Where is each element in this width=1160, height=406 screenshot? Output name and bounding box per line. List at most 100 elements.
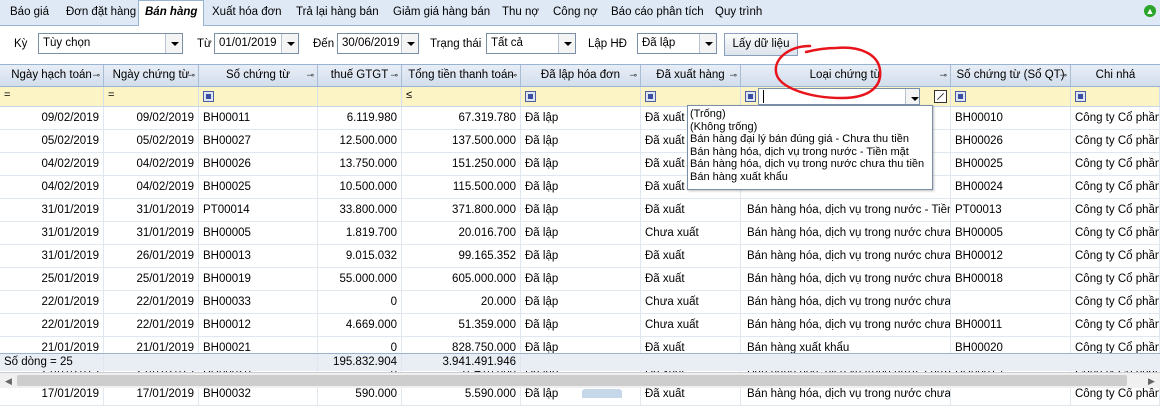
cell-da-xuat-hang[interactable]: Chưa xuất [641,291,741,313]
filter-cell[interactable]: = [104,87,199,106]
tab-cong-no[interactable]: Công nợ [553,4,598,24]
chevron-down-icon[interactable] [905,89,919,104]
pin-icon[interactable]: ⊸ [729,65,737,85]
cell-loai-chung-tu[interactable]: Bán hàng hóa, dịch vụ trong nước chưa [741,222,951,244]
cell-ngay-chung-tu[interactable]: 04/02/2019 [104,153,199,175]
cell-thue-gtgt[interactable]: 55.000.000 [318,268,402,290]
cell-tong-tien[interactable]: 371.800.000 [402,199,521,221]
filter-cell[interactable] [521,87,641,106]
col-header-ngay-chung-tu[interactable]: Ngày chứng từ ⊸ [104,65,199,86]
cell-so-chung-tu[interactable]: BH00027 [199,130,318,152]
cell-loai-chung-tu[interactable]: Bán hàng hóa, dịch vụ trong nước - Tiền [741,199,951,221]
filter-cell[interactable]: ≤ [402,87,521,106]
cell-ngay-chung-tu[interactable]: 22/01/2019 [104,291,199,313]
cell-tong-tien[interactable]: 67.319.780 [402,107,521,129]
cell-chi-nhanh[interactable]: Công ty Cổ phần [1071,107,1160,129]
tab-ban-hang[interactable]: Bán hàng [138,0,205,26]
col-header-chi-nhanh[interactable]: Chi nhá [1071,65,1160,86]
col-header-da-lap-hoa-don[interactable]: Đã lập hóa đơn ⊸ [521,65,641,86]
tu-date-picker[interactable]: 01/01/2019 [214,33,299,54]
cell-so-chung-tu-so-qt[interactable]: BH00012 [951,245,1071,267]
cell-chi-nhanh[interactable]: Công ty Cổ phần [1071,314,1160,336]
cell-tong-tien[interactable]: 99.165.352 [402,245,521,267]
cell-so-chung-tu-so-qt[interactable]: BH00005 [951,222,1071,244]
cell-chi-nhanh[interactable]: Công ty Cổ phần [1071,199,1160,221]
cell-da-xuat-hang[interactable]: Đã xuất [641,268,741,290]
tab-bao-gia[interactable]: Báo giá [10,4,49,24]
cell-da-xuat-hang[interactable]: Chưa xuất [641,314,741,336]
cell-so-chung-tu-so-qt[interactable]: BH00011 [951,314,1071,336]
cell-so-chung-tu[interactable]: BH00012 [199,314,318,336]
cell-ngay-hach-toan[interactable]: 04/02/2019 [0,153,104,175]
pin-icon[interactable]: ⊸ [509,65,517,85]
table-row[interactable]: 25/01/2019 25/01/2019 BH00019 55.000.000 605… [0,268,1160,291]
loai-chung-tu-dropdown[interactable]: (Trống) (Không trống) Bán hàng đại lý bá… [687,105,933,190]
cell-ngay-hach-toan[interactable]: 31/01/2019 [0,245,104,267]
table-row[interactable]: 04/02/2019 04/02/2019 BH00025 10.500.000 115… [0,176,1160,199]
filter-operator[interactable]: ≤ [406,89,412,101]
filter-checkbox-icon[interactable] [525,91,536,102]
cell-so-chung-tu[interactable]: BH00005 [199,222,318,244]
cell-ngay-chung-tu[interactable]: 31/01/2019 [104,199,199,221]
cell-loai-chung-tu[interactable]: Bán hàng hóa, dịch vụ trong nước chưa [741,314,951,336]
dropdown-option[interactable]: Bán hàng hóa, dịch vụ trong nước - Tiền … [690,146,930,159]
cell-tong-tien[interactable]: 51.359.000 [402,314,521,336]
table-row[interactable]: 31/01/2019 31/01/2019 BH00005 1.819.700 20.0… [0,222,1160,245]
col-header-da-xuat-hang[interactable]: Đã xuất hàng ⊸ [641,65,741,86]
cell-ngay-chung-tu[interactable]: 09/02/2019 [104,107,199,129]
col-header-so-chung-tu-so-qt[interactable]: Số chứng từ (Sổ QT) ⊸ [951,65,1071,86]
cell-chi-nhanh[interactable]: Công ty Cổ phần [1071,291,1160,313]
cell-thue-gtgt[interactable]: 1.819.700 [318,222,402,244]
cell-so-chung-tu-so-qt[interactable]: BH00010 [951,107,1071,129]
horizontal-scrollbar[interactable]: ◀ ▶ [0,372,1160,388]
cell-da-xuat-hang[interactable]: Đã xuất [641,199,741,221]
cell-tong-tien[interactable]: 137.500.000 [402,130,521,152]
cell-thue-gtgt[interactable]: 9.015.032 [318,245,402,267]
cell-da-lap-hoa-don[interactable]: Đã lập [521,222,641,244]
dropdown-option[interactable]: Bán hàng hóa, dịch vụ trong nước chưa th… [690,158,930,171]
cell-ngay-hach-toan[interactable]: 25/01/2019 [0,268,104,290]
cell-chi-nhanh[interactable]: Công ty Cổ phần [1071,130,1160,152]
cell-so-chung-tu[interactable]: BH00011 [199,107,318,129]
cell-tong-tien[interactable]: 115.500.000 [402,176,521,198]
cell-so-chung-tu[interactable]: BH00019 [199,268,318,290]
col-header-so-chung-tu[interactable]: Số chứng từ ⊸ [199,65,318,86]
table-row[interactable]: 05/02/2019 05/02/2019 BH00027 12.500.000 137… [0,130,1160,153]
filter-cell[interactable] [641,87,741,106]
table-row[interactable]: 22/01/2019 22/01/2019 BH00012 4.669.000 51.3… [0,314,1160,337]
tab-giam-gia-hang-ban[interactable]: Giảm giá hàng bán [393,4,490,24]
cell-thue-gtgt[interactable]: 10.500.000 [318,176,402,198]
table-row[interactable]: 31/01/2019 26/01/2019 BH00013 9.015.032 99.1… [0,245,1160,268]
cell-da-lap-hoa-don[interactable]: Đã lập [521,130,641,152]
cell-thue-gtgt[interactable]: 13.750.000 [318,153,402,175]
cell-tong-tien[interactable]: 20.016.700 [402,222,521,244]
ky-select[interactable]: Tùy chọn [38,33,183,54]
filter-checkbox-icon[interactable] [645,91,656,102]
filter-checkbox-icon[interactable] [1075,91,1086,102]
cell-chi-nhanh[interactable]: Công ty Cổ phần [1071,245,1160,267]
cell-thue-gtgt[interactable]: 33.800.000 [318,199,402,221]
scroll-left-icon[interactable]: ◀ [1,374,16,388]
cell-chi-nhanh[interactable]: Công ty Cổ phần [1071,268,1160,290]
tab-tra-lai-hang-ban[interactable]: Trả lại hàng bán [296,4,379,24]
cell-chi-nhanh[interactable]: Công ty Cổ phần [1071,176,1160,198]
cell-so-chung-tu-so-qt[interactable] [951,291,1071,313]
cell-tong-tien[interactable]: 20.000 [402,291,521,313]
cell-thue-gtgt[interactable]: 4.669.000 [318,314,402,336]
chevron-down-icon[interactable] [558,34,575,53]
table-row[interactable]: 22/01/2019 22/01/2019 BH00033 0 20.000 Đã lập… [0,291,1160,314]
dropdown-option[interactable]: Bán hàng xuất khẩu [690,171,930,184]
chevron-down-icon[interactable] [281,34,298,53]
pin-icon[interactable]: ⊸ [306,65,314,85]
cell-ngay-hach-toan[interactable]: 31/01/2019 [0,199,104,221]
pin-icon[interactable]: ⊸ [1059,65,1067,85]
cell-so-chung-tu[interactable]: BH00026 [199,153,318,175]
table-row[interactable]: 04/02/2019 04/02/2019 BH00026 13.750.000 151… [0,153,1160,176]
pin-icon[interactable]: ⊸ [390,65,398,85]
filter-checkbox-icon[interactable] [745,91,756,102]
cell-da-lap-hoa-don[interactable]: Đã lập [521,268,641,290]
filter-cell[interactable] [199,87,318,106]
filter-cell[interactable] [318,87,402,106]
cell-tong-tien[interactable]: 605.000.000 [402,268,521,290]
cell-ngay-chung-tu[interactable]: 22/01/2019 [104,314,199,336]
